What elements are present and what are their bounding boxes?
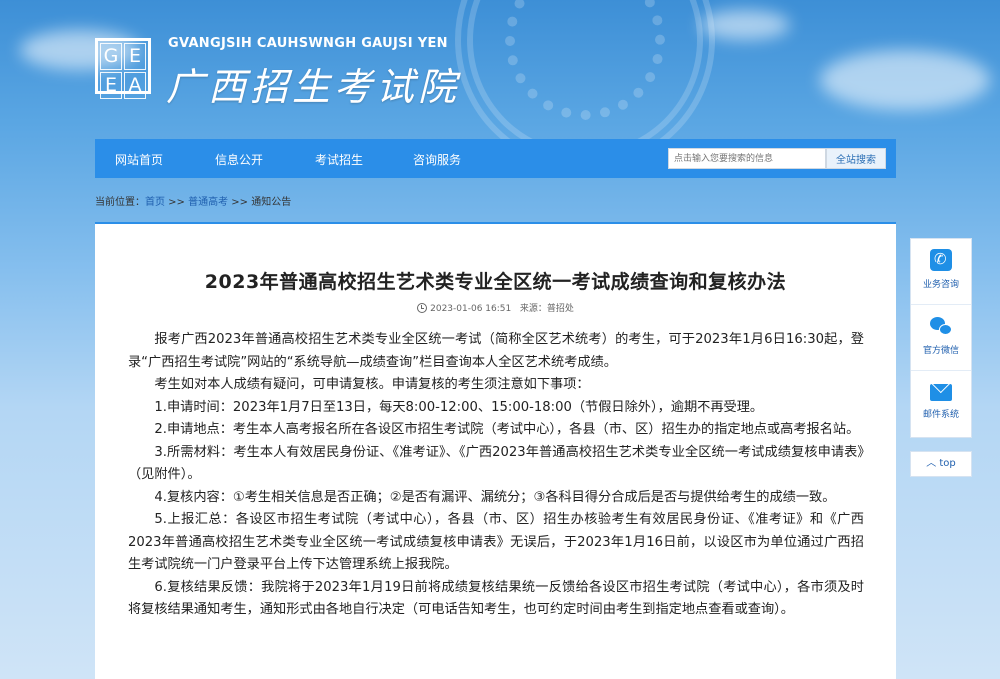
article-source-label: 来源： [519, 304, 547, 314]
article-paragraph: 2.申请地点：考生本人高考报名所在各设区市招生考试院（考试中心），各县（市、区）… [154, 422, 860, 437]
site-logo[interactable]: G E E A [95, 38, 151, 99]
side-float-bar: 业务咨询 官方微信 邮件系统 [910, 238, 972, 438]
side-item-official-wechat[interactable]: 官方微信 [911, 305, 971, 371]
article-paragraph: 报考广西2023年普通高校招生艺术类专业全区统一考试（简称全区艺术统考）的考生，… [128, 332, 864, 370]
nav-item-home[interactable]: 网站首页 [115, 151, 163, 168]
side-item-label: 业务咨询 [922, 280, 959, 290]
site-name-cn: 广西招生考试院 [166, 65, 461, 109]
mail-icon [930, 384, 952, 401]
article-paragraph: 3.所需材料：考生本人有效居民身份证、《准考证》、《广西2023年普通高校招生艺… [128, 444, 864, 483]
nav-item-exam-enrollment[interactable]: 考试招生 [315, 151, 363, 168]
side-item-label: 官方微信 [922, 346, 959, 356]
back-to-top-button[interactable]: ︿ top [910, 451, 972, 477]
search-input[interactable] [668, 148, 826, 169]
article-source: 普招处 [546, 304, 574, 314]
nav-item-info-disclosure[interactable]: 信息公开 [215, 151, 263, 168]
side-item-label: 邮件系统 [922, 410, 959, 420]
side-item-business-consult[interactable]: 业务咨询 [911, 239, 971, 305]
article-body: 报考广西2023年普通高校招生艺术类专业全区统一考试（简称全区艺术统考）的考生，… [128, 329, 864, 622]
search-button[interactable]: 全站搜索 [826, 148, 886, 169]
logo-letter: A [124, 72, 146, 99]
breadcrumb-prefix: 当前位置： [95, 197, 145, 208]
cloud-decoration [820, 50, 990, 110]
logo-letter: G [100, 43, 122, 70]
breadcrumb-separator: >> [228, 197, 252, 208]
article-paragraph: 5.上报汇总：各设区市招生考试院（考试中心），各县（市、区）招生办核验考生有效居… [128, 512, 864, 572]
article-paragraph: 6.复核结果反馈：我院将于2023年1月19日前将成绩复核结果统一反馈给各设区市… [128, 579, 864, 618]
top-label: top [939, 458, 956, 469]
breadcrumb-item-home[interactable]: 首页 [145, 197, 165, 208]
article-paragraph: 考生如对本人成绩有疑问，可申请复核。申请复核的考生须注意如下事项： [154, 377, 590, 392]
article-panel: 2023年普通高校招生艺术类专业全区统一考试成绩查询和复核办法 2023-01-… [95, 222, 896, 679]
nav-item-consulting[interactable]: 咨询服务 [413, 151, 461, 168]
article-paragraph: 1.申请时间：2023年1月7日至13日，每天8:00-12:00、15:00-… [154, 399, 764, 415]
article-title: 2023年普通高校招生艺术类专业全区统一考试成绩查询和复核办法 [204, 271, 787, 293]
site-header: G E E A GVANGJSIH CAUHSWNGH GAUJSI YEN 广… [0, 0, 1000, 170]
breadcrumb-separator: >> [165, 197, 189, 208]
main-nav: 网站首页 信息公开 考试招生 咨询服务 全站搜索 [95, 139, 896, 178]
clock-icon [417, 303, 428, 313]
side-item-mail-system[interactable]: 邮件系统 [911, 371, 971, 437]
phone-icon [930, 249, 952, 271]
article-paragraph: 4.复核内容：①考生相关信息是否正确；②是否有漏评、漏统分；③各科目得分合成后是… [154, 489, 836, 505]
site-name-en: GVANGJSIH CAUHSWNGH GAUJSI YEN [168, 36, 448, 51]
article-datetime: 2023-01-06 16:51 [430, 304, 512, 314]
logo-letter: E [124, 43, 146, 70]
article-meta: 2023-01-06 16:51 来源：普招处 [95, 301, 896, 314]
chevron-up-icon: ︿ [926, 458, 937, 469]
breadcrumb: 当前位置：首页 >> 普通高考 >> 通知公告 [95, 193, 291, 208]
breadcrumb-item-gaokao[interactable]: 普通高考 [188, 197, 228, 208]
breadcrumb-item-current: 通知公告 [251, 197, 292, 208]
wechat-icon [930, 315, 952, 337]
logo-letter: E [100, 72, 122, 99]
